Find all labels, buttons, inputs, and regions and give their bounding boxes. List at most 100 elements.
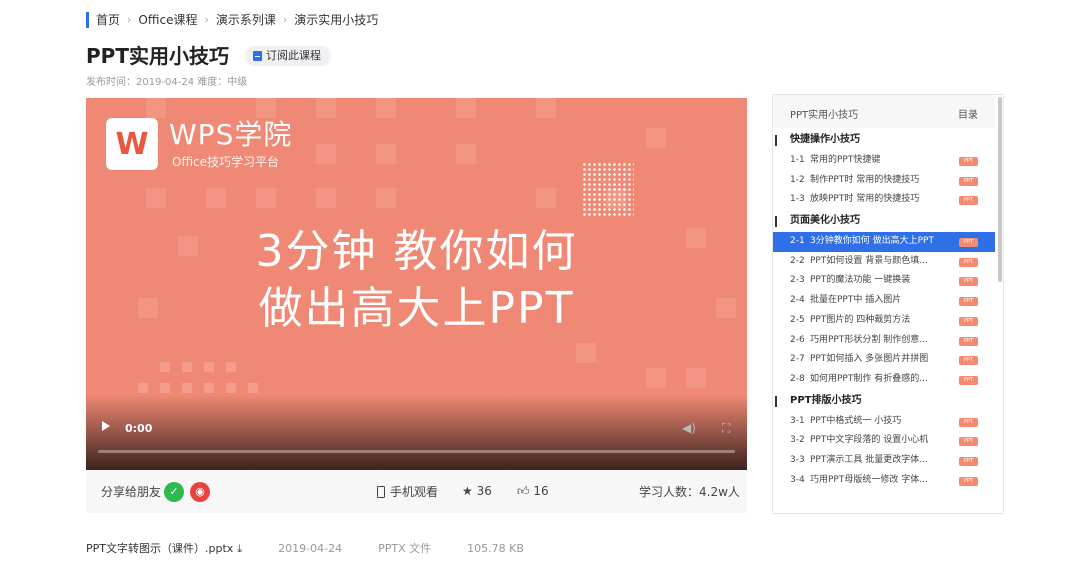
outline-scrollbar[interactable] (998, 97, 1002, 282)
breadcrumb-office[interactable]: Office课程 (138, 12, 197, 28)
outline-item[interactable]: 2-6 巧用PPT形状分割 制作创意... PPT (773, 331, 995, 351)
outline-menu-label[interactable]: 目录 (958, 106, 978, 121)
decor-square (160, 383, 170, 393)
decor-square (646, 128, 666, 148)
outline-item-number: 3-4 (790, 474, 805, 485)
outline-item-number: 3-3 (790, 454, 805, 465)
outline-item-number: 3-1 (790, 415, 805, 426)
decor-square (248, 383, 258, 393)
mobile-watch-button[interactable]: 手机观看 (377, 485, 438, 499)
decor-square (206, 188, 226, 208)
video-info-bar: 分享给朋友 ✓ ◉ 手机观看 ★ 36 👍︎ 16 学习人数：4.2w人 (86, 470, 747, 513)
video-progress-bar[interactable] (98, 450, 735, 453)
outline-item[interactable]: 1-1 常用的PPT快捷键 PPT (773, 151, 995, 171)
outline-item-number: 2-5 (790, 314, 805, 325)
outline-item-number: 2-4 (790, 295, 805, 306)
decor-square (456, 98, 476, 118)
outline-item[interactable]: 3-1 PPT中格式统一 小技巧 PPT (773, 412, 995, 432)
outline-item-label: 放映PPT时 常用的快捷技巧 (810, 194, 920, 205)
video-controls (86, 395, 747, 470)
wechat-icon[interactable]: ✓ (164, 482, 184, 502)
decor-square (226, 362, 236, 372)
decor-square (256, 188, 276, 208)
outline-item-label: PPT如何设置 背景与颜色填... (810, 255, 928, 266)
ppt-badge: PPT (959, 476, 978, 486)
outline-item[interactable]: 2-5 PPT图片的 四种裁剪方法 PPT (773, 311, 995, 331)
download-icon[interactable]: ⤓ (237, 542, 242, 556)
outline-item[interactable]: 2-3 PPT的魔法功能 一键换装 PPT (773, 271, 995, 291)
outline-title: PPT实用小技巧 (790, 110, 859, 121)
headline-line-2: 做出高大上PPT (258, 283, 575, 334)
decor-square (536, 98, 556, 118)
publish-meta: 发布时间：2019-04-24 难度：中级 (86, 77, 248, 88)
breadcrumb-series[interactable]: 演示系列课 (216, 12, 276, 28)
decor-square (160, 362, 170, 372)
outline-item-number: 1-2 (790, 174, 805, 185)
phone-icon (377, 486, 385, 498)
outline-item-label: 巧用PPT形状分割 制作创意... (810, 334, 928, 345)
attachment-name[interactable]: PPT文字转图示（课件）.pptx (86, 542, 233, 556)
outline-item-label: 常用的PPT快捷键 (810, 155, 881, 165)
outline-item[interactable]: 3-4 巧用PPT母版统一修改 字体... PPT (773, 471, 995, 491)
ppt-badge: PPT (959, 277, 978, 287)
outline-item-label: PPT如何插入 多张图片并拼图 (810, 354, 929, 365)
video-player[interactable]: W WPS学院 Office技巧学习平台 3分钟 教你如何 做出高大上PPT 0… (86, 98, 747, 470)
outline-item-number: 2-8 (790, 373, 805, 384)
decor-square (226, 383, 236, 393)
outline-item[interactable]: 2-2 PPT如何设置 背景与颜色填... PPT (773, 252, 995, 272)
outline-item-number: 1-3 (790, 194, 805, 205)
outline-item[interactable]: 3-3 PPT演示工具 批量更改字体... PPT (773, 451, 995, 471)
subscribe-button[interactable]: 订阅此课程 (245, 46, 331, 66)
fullscreen-icon[interactable]: ⛶ (722, 422, 730, 434)
outline-item[interactable]: 3-2 PPT中文字段落的 设置小心机 PPT (773, 431, 995, 451)
volume-icon[interactable]: ◀) (682, 421, 696, 435)
star-count[interactable]: ★ 36 (462, 484, 492, 498)
thumbs-up-icon: 👍︎ (517, 484, 530, 498)
decor-square (182, 362, 192, 372)
decor-square (316, 98, 336, 118)
outline-item-label: 如何用PPT制作 有折叠感的... (810, 373, 928, 384)
learner-count: 学习人数：4.2w人 (639, 485, 740, 499)
ppt-badge: PPT (959, 196, 978, 206)
ppt-badge: PPT (959, 437, 978, 447)
breadcrumb: 首页 › Office课程 › 演示系列课 › 演示实用小技巧 (86, 12, 378, 28)
decor-square (146, 188, 166, 208)
ppt-badge: PPT (959, 336, 978, 346)
outline-item-label: PPT图片的 四种裁剪方法 (810, 314, 911, 325)
ppt-badge: PPT (959, 157, 978, 166)
mobile-label: 手机观看 (390, 485, 439, 499)
decor-square (256, 98, 276, 118)
weibo-icon[interactable]: ◉ (190, 482, 210, 502)
decor-square (376, 144, 396, 164)
attachment-type: PPTX 文件 (378, 542, 432, 555)
chevron-right-icon: › (127, 13, 132, 26)
outline-item[interactable]: 2-4 批量在PPT中 插入图片 PPT (773, 291, 995, 311)
ppt-badge: PPT (959, 257, 978, 267)
outline-item-number: 2-7 (790, 354, 805, 365)
like-button[interactable]: 👍︎ 16 (517, 484, 549, 498)
breadcrumb-home[interactable]: 首页 (96, 12, 120, 28)
outline-item-number: 2-2 (790, 255, 805, 266)
outline-section-title: PPT排版小技巧 (773, 390, 995, 412)
outline-section-title: 页面美化小技巧 (773, 210, 995, 232)
outline-item[interactable]: 2-8 如何用PPT制作 有折叠感的... PPT (773, 370, 995, 390)
outline-item-number: 2-6 (790, 334, 805, 345)
decor-square (138, 383, 148, 393)
video-headline: 3分钟 教你如何 做出高大上PPT (86, 223, 747, 337)
outline-list: 快捷操作小技巧 1-1 常用的PPT快捷键 PPT 1-2 制作PPT时 常用的快捷技巧 P… (773, 129, 995, 490)
outline-item[interactable]: 2-1 3分钟教你如何 做出高大上PPT PPT (773, 232, 995, 252)
outline-item[interactable]: 1-3 放映PPT时 常用的快捷技巧 PPT (773, 190, 995, 210)
ppt-badge: PPT (959, 375, 978, 385)
outline-item-label: PPT演示工具 批量更改字体... (810, 454, 928, 465)
outline-header: PPT实用小技巧 目录 (773, 95, 995, 128)
ppt-badge: PPT (959, 238, 978, 248)
breadcrumb-current[interactable]: 演示实用小技巧 (294, 12, 378, 28)
headline-line-1: 3分钟 教你如何 (255, 226, 578, 277)
page-title: PPT实用小技巧 (86, 44, 229, 68)
outline-item[interactable]: 1-2 制作PPT时 常用的快捷技巧 PPT (773, 171, 995, 191)
attachment-date: 2019-04-24 (278, 542, 343, 555)
play-icon[interactable] (102, 421, 110, 431)
decor-square (316, 144, 336, 164)
ppt-badge: PPT (959, 176, 978, 186)
outline-item[interactable]: 2-7 PPT如何插入 多张图片并拼图 PPT (773, 350, 995, 370)
